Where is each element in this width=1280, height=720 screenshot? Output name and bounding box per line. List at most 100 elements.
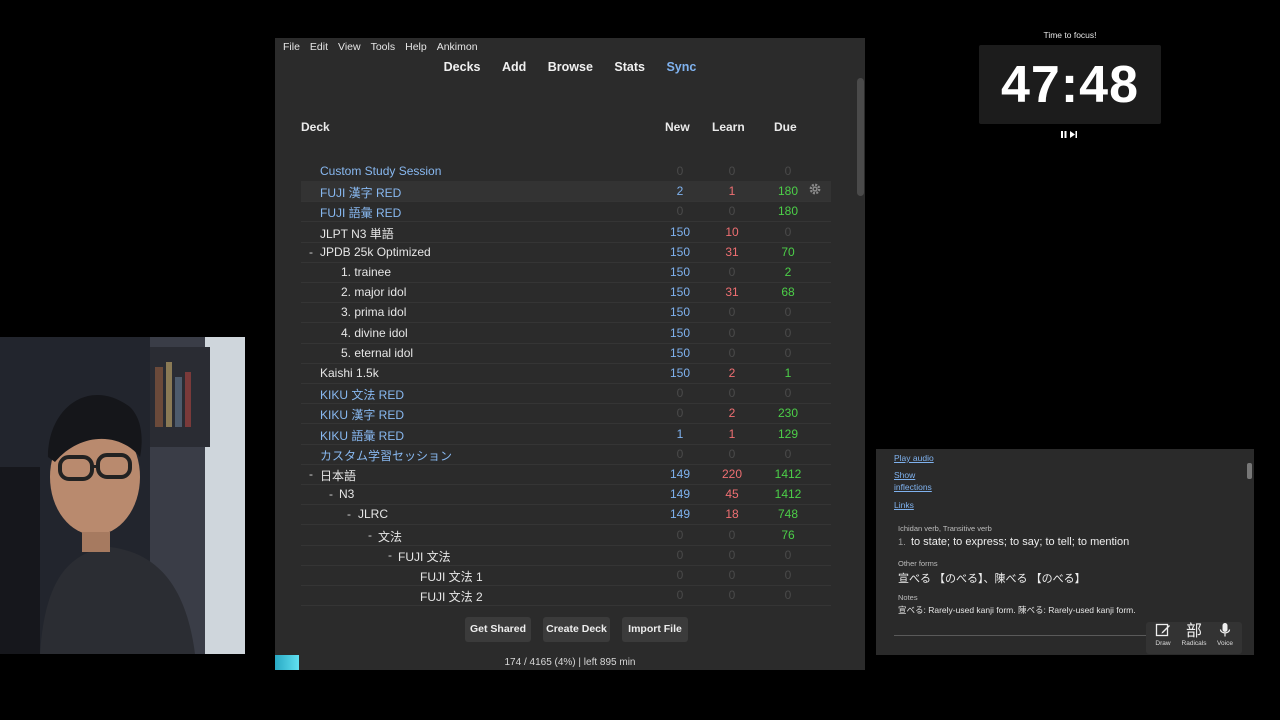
definition-text: to state; to express; to say; to tell; t… bbox=[910, 536, 1130, 548]
deck-name[interactable]: KIKU 漢字 RED bbox=[320, 406, 404, 423]
menu-file[interactable]: File bbox=[275, 38, 304, 56]
voice-tool[interactable]: Voice bbox=[1210, 622, 1240, 647]
collapse-toggle[interactable]: - bbox=[388, 548, 392, 562]
deck-row[interactable]: 4. divine idol 150 0 0 bbox=[301, 323, 831, 343]
deck-name[interactable]: JLPT N3 単語 bbox=[320, 225, 394, 242]
webcam-feed bbox=[0, 337, 245, 654]
toolbar-browse[interactable]: Browse bbox=[548, 60, 593, 74]
play-audio-link[interactable]: Play audio bbox=[894, 453, 934, 463]
deck-row[interactable]: - JPDB 25k Optimized 150 31 70 bbox=[301, 242, 831, 262]
deck-name[interactable]: 5. eternal idol bbox=[341, 346, 413, 360]
deck-row[interactable]: 3. prima idol 150 0 0 bbox=[301, 302, 831, 322]
deck-new-count: 0 bbox=[676, 164, 684, 178]
deck-row[interactable]: Custom Study Session 0 0 0 bbox=[301, 161, 831, 181]
deck-name[interactable]: 日本語 bbox=[320, 467, 356, 484]
timer-value: 47:48 bbox=[1001, 56, 1139, 114]
toolbar-decks[interactable]: Decks bbox=[444, 60, 481, 74]
menu-tools[interactable]: Tools bbox=[365, 38, 400, 56]
deck-name[interactable]: FUJI 語彙 RED bbox=[320, 204, 401, 221]
deck-name[interactable]: FUJI 文法 bbox=[398, 548, 451, 565]
deck-row[interactable]: カスタム学習セッション 0 0 0 bbox=[301, 444, 831, 464]
menu-ankimon[interactable]: Ankimon bbox=[431, 38, 482, 56]
deck-learn-count: 0 bbox=[728, 305, 736, 320]
gear-icon[interactable] bbox=[808, 182, 824, 198]
create-deck-button[interactable]: Create Deck bbox=[543, 617, 610, 642]
collapse-toggle[interactable]: - bbox=[368, 528, 372, 542]
deck-row[interactable]: 2. major idol 150 31 68 bbox=[301, 282, 831, 302]
divider bbox=[894, 635, 1154, 636]
skip-icon[interactable] bbox=[1070, 131, 1077, 138]
deck-name[interactable]: N3 bbox=[339, 487, 354, 501]
deck-name[interactable]: Kaishi 1.5k bbox=[320, 366, 379, 380]
deck-due-count: 0 bbox=[784, 345, 792, 360]
toolbar-stats[interactable]: Stats bbox=[614, 60, 645, 74]
deck-row[interactable]: KIKU 語彙 RED 1 1 129 bbox=[301, 424, 831, 444]
deck-name[interactable]: カスタム学習セッション bbox=[320, 447, 452, 464]
deck-learn-count: 0 bbox=[728, 386, 736, 401]
deck-new-count: 0 bbox=[676, 568, 684, 582]
deck-name[interactable]: 4. divine idol bbox=[341, 326, 408, 340]
deck-new-count: 150 bbox=[669, 345, 691, 360]
deck-list-scrollbar[interactable] bbox=[857, 78, 864, 196]
links-link[interactable]: Links bbox=[894, 500, 914, 510]
deck-new-count: 150 bbox=[669, 366, 691, 380]
deck-due-count: 230 bbox=[777, 406, 799, 421]
pause-icon[interactable] bbox=[1061, 131, 1067, 138]
radicals-tool[interactable]: 部 Radicals bbox=[1179, 622, 1209, 647]
deck-row[interactable]: FUJI 漢字 RED 2 1 180 bbox=[301, 181, 831, 202]
show-link[interactable]: Show bbox=[894, 470, 915, 480]
deck-due-count: 0 bbox=[784, 588, 792, 603]
toolbar-add[interactable]: Add bbox=[502, 60, 526, 74]
dictionary-scrollbar[interactable] bbox=[1247, 463, 1252, 479]
collapse-toggle[interactable]: - bbox=[329, 487, 333, 501]
deck-row[interactable]: - FUJI 文法 0 0 0 bbox=[301, 545, 831, 565]
deck-row[interactable]: KIKU 文法 RED 0 0 0 bbox=[301, 383, 831, 403]
deck-name[interactable]: KIKU 語彙 RED bbox=[320, 427, 404, 444]
deck-row[interactable]: FUJI 文法 1 0 0 0 bbox=[301, 565, 831, 585]
deck-name[interactable]: FUJI 文法 1 bbox=[420, 568, 483, 585]
deck-new-count: 149 bbox=[669, 507, 691, 522]
deck-name[interactable]: JLRC bbox=[358, 507, 388, 521]
collapse-toggle[interactable]: - bbox=[347, 507, 351, 521]
deck-due-count: 180 bbox=[777, 184, 799, 199]
deck-row[interactable]: - N3 149 45 1412 bbox=[301, 484, 831, 504]
menu-view[interactable]: View bbox=[332, 38, 365, 56]
deck-new-count: 0 bbox=[676, 386, 684, 401]
deck-name[interactable]: KIKU 文法 RED bbox=[320, 386, 404, 403]
deck-name[interactable]: FUJI 文法 2 bbox=[420, 588, 483, 605]
inflections-link[interactable]: inflections bbox=[894, 482, 932, 492]
collapse-toggle[interactable]: - bbox=[309, 467, 313, 481]
deck-name[interactable]: FUJI 漢字 RED bbox=[320, 184, 401, 201]
deck-due-count: 1412 bbox=[774, 467, 802, 481]
deck-name[interactable]: JPDB 25k Optimized bbox=[320, 245, 431, 259]
deck-due-count: 0 bbox=[784, 305, 792, 320]
deck-name[interactable]: 3. prima idol bbox=[341, 305, 406, 319]
draw-tool[interactable]: Draw bbox=[1148, 622, 1178, 647]
deck-row[interactable]: JLPT N3 単語 150 10 0 bbox=[301, 222, 831, 242]
deck-row[interactable]: KIKU 漢字 RED 0 2 230 bbox=[301, 403, 831, 423]
menu-edit[interactable]: Edit bbox=[304, 38, 332, 56]
dictionary-popup: Play audio Show inflections Links Ichida… bbox=[876, 449, 1254, 655]
menu-help[interactable]: Help bbox=[399, 38, 431, 56]
deck-row[interactable]: FUJI 語彙 RED 0 0 180 bbox=[301, 201, 831, 221]
deck-name[interactable]: 2. major idol bbox=[341, 285, 406, 299]
deck-row[interactable]: FUJI 文法 2 0 0 0 bbox=[301, 585, 831, 605]
get-shared-button[interactable]: Get Shared bbox=[465, 617, 531, 642]
import-file-button[interactable]: Import File bbox=[622, 617, 688, 642]
deck-learn-count: 0 bbox=[728, 588, 736, 603]
deck-name[interactable]: 文法 bbox=[378, 528, 402, 545]
deck-row[interactable]: 1. trainee 150 0 2 bbox=[301, 262, 831, 282]
collapse-toggle[interactable]: - bbox=[309, 245, 313, 259]
deck-learn-count: 31 bbox=[725, 285, 739, 300]
other-forms-label: Other forms bbox=[898, 559, 938, 568]
deck-row[interactable]: - 文法 0 0 76 bbox=[301, 525, 831, 545]
deck-row[interactable]: - JLRC 149 18 748 bbox=[301, 504, 831, 524]
deck-row[interactable]: - 日本語 149 220 1412 bbox=[301, 464, 831, 484]
deck-due-count: 129 bbox=[777, 426, 799, 441]
header-deck: Deck bbox=[301, 120, 330, 134]
deck-row[interactable]: 5. eternal idol 150 0 0 bbox=[301, 343, 831, 363]
toolbar-sync[interactable]: Sync bbox=[666, 60, 696, 74]
deck-name[interactable]: 1. trainee bbox=[341, 265, 391, 279]
deck-name[interactable]: Custom Study Session bbox=[320, 164, 441, 178]
deck-row[interactable]: Kaishi 1.5k 150 2 1 bbox=[301, 363, 831, 383]
